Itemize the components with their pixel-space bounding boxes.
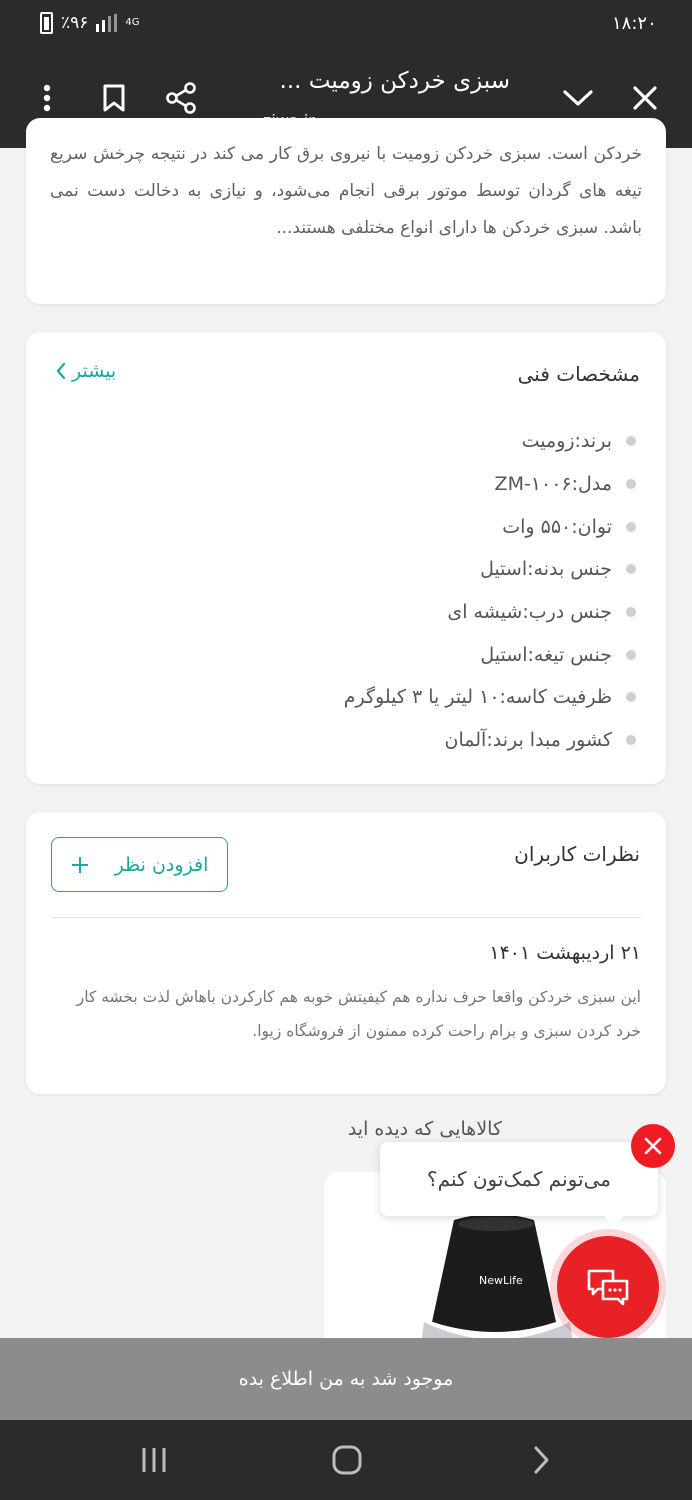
page-title: سبزی خردکن زومیت ...	[279, 68, 510, 94]
status-bar: ٪۹۶ 4G ۱۸:۲۰	[0, 0, 692, 48]
spec-item: ظرفیت کاسه:۱۰ لیتر یا ۳ کیلوگرم	[344, 676, 636, 719]
chat-prompt-bubble[interactable]: می‌تونم کمک‌تون کنم؟	[380, 1142, 658, 1226]
recent-apps-icon[interactable]	[134, 1440, 174, 1480]
add-review-button[interactable]: افزودن نظر	[51, 837, 228, 892]
bullet-icon	[626, 735, 636, 746]
more-options-icon[interactable]	[21, 72, 73, 124]
spec-list: برند:زومیت مدل:ZM-۱۰۰۶ توان:۵۵۰ وات جنس …	[344, 420, 636, 762]
reviews-card: نظرات کاربران افزودن نظر ۲۱ اردیبهشت ۱۴۰…	[26, 812, 666, 1094]
more-label: بیشتر	[72, 360, 117, 382]
spec-item: جنس درب:شیشه ای	[344, 591, 636, 634]
specs-card: مشخصات فنی بیشتر برند:زومیت مدل:ZM-۱۰۰۶ …	[26, 332, 666, 784]
bullet-icon	[626, 607, 636, 618]
battery-percent: ٪۹۶	[61, 13, 89, 33]
specs-more-link[interactable]: بیشتر	[56, 360, 116, 382]
specs-title: مشخصات فنی	[517, 362, 640, 386]
spec-item: مدل:ZM-۱۰۰۶	[344, 463, 636, 506]
status-time: ۱۸:۲۰	[612, 13, 657, 34]
product-brand: NewLife	[479, 1274, 523, 1287]
chat-bubble-close-button[interactable]	[631, 1124, 675, 1168]
bullet-icon	[626, 564, 636, 575]
chat-icon	[587, 1269, 629, 1306]
add-review-label: افزودن نظر	[114, 853, 209, 876]
signal-icon	[96, 14, 118, 32]
close-icon[interactable]	[619, 72, 671, 124]
bullet-icon	[626, 692, 636, 703]
share-icon[interactable]	[155, 72, 207, 124]
description-text: خردکن است. سبزی خردکن زومیت با نیروی برق…	[50, 144, 642, 238]
spec-item: برند:زومیت	[344, 420, 636, 463]
review-date: ۲۱ اردیبهشت ۱۴۰۱	[489, 942, 641, 964]
system-nav-bar	[0, 1420, 692, 1500]
chat-prompt-text: می‌تونم کمک‌تون کنم؟	[427, 1167, 611, 1191]
battery-icon	[40, 12, 53, 34]
home-icon[interactable]	[327, 1440, 367, 1480]
bullet-icon	[626, 436, 636, 447]
notify-label: موجود شد به من اطلاع بده	[238, 1368, 454, 1390]
spec-item: جنس بدنه:استیل	[344, 548, 636, 591]
review-text: این سبزی خردکن واقعا حرف نداره هم کیفیتش…	[76, 988, 641, 1040]
chevron-down-icon[interactable]	[552, 72, 604, 124]
notify-me-button[interactable]: موجود شد به من اطلاع بده	[0, 1338, 692, 1420]
description-card: خردکن است. سبزی خردکن زومیت با نیروی برق…	[26, 118, 666, 304]
network-type: 4G	[125, 17, 140, 28]
spec-item: توان:۵۵۰ وات	[344, 505, 636, 548]
bullet-icon	[626, 521, 636, 532]
status-left: ٪۹۶ 4G	[40, 12, 140, 34]
spec-item: جنس تیغه:استیل	[344, 633, 636, 676]
close-icon	[644, 1137, 662, 1155]
bullet-icon	[626, 649, 636, 660]
chevron-left-icon	[56, 362, 66, 380]
bookmark-icon[interactable]	[88, 72, 140, 124]
bullet-icon	[626, 479, 636, 490]
divider	[51, 917, 641, 918]
chat-button[interactable]	[557, 1236, 659, 1338]
spec-item: کشور مبدا برند:آلمان	[344, 719, 636, 762]
recently-viewed-title: کالاهایی که دیده اید	[347, 1118, 502, 1140]
plus-icon	[71, 856, 88, 873]
reviews-title: نظرات کاربران	[514, 842, 640, 866]
back-icon[interactable]	[521, 1440, 561, 1480]
